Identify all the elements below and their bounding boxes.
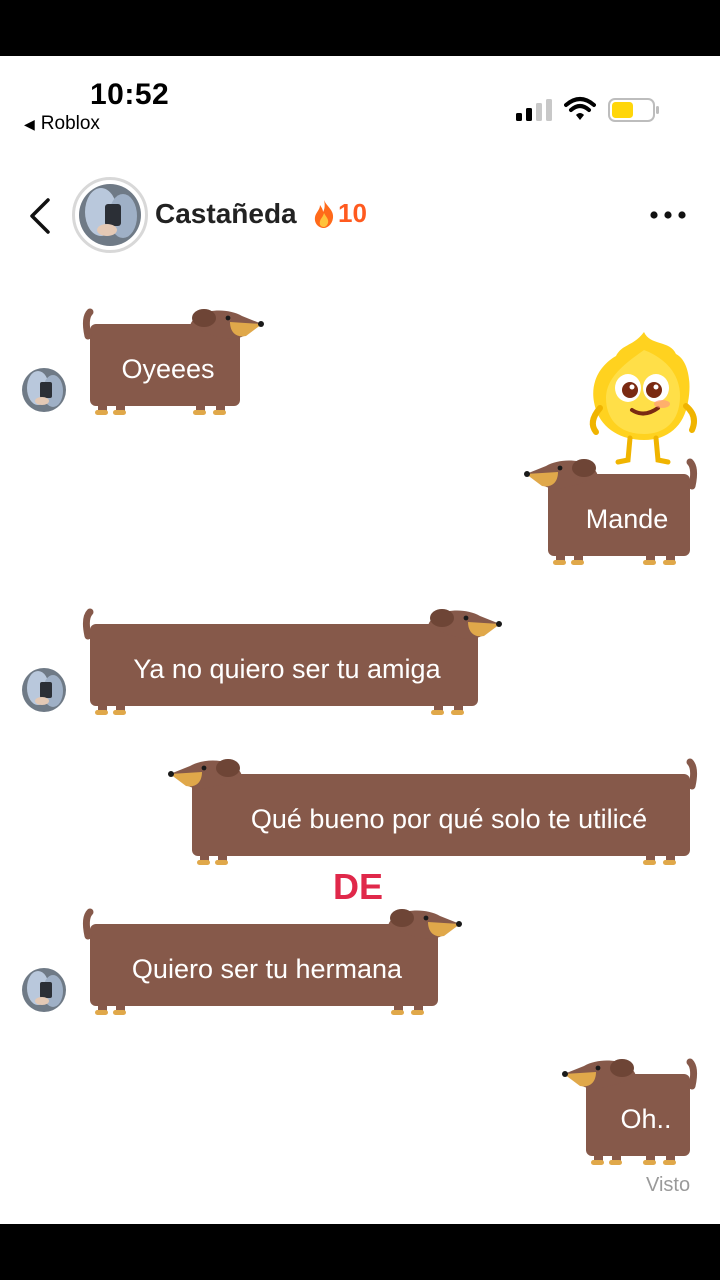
sent-message-bubble[interactable]: Oh.. [562,1056,698,1166]
status-time: 10:52 [90,78,170,111]
wifi-icon [564,97,596,120]
back-app-label: Roblox [40,113,100,134]
message-text: Oyeees [121,354,215,384]
back-triangle-icon: ◀ [24,115,35,132]
fire-mascot-sticker [589,332,697,465]
back-to-app-link[interactable]: ◀ Roblox [24,113,100,135]
fire-icon [314,199,334,228]
avatar-photo [22,668,66,712]
sender-avatar[interactable] [22,668,66,712]
message-text: Ya no quiero ser tu amiga [133,654,441,684]
chevron-left-icon[interactable] [26,196,56,236]
avatar-photo [79,184,141,246]
message-text: Oh.. [620,1104,672,1134]
battery-icon [608,98,659,122]
message-text: Mande [585,504,669,534]
read-receipt: Visto [646,1174,691,1196]
overlay-text: DE [333,866,384,907]
received-message-bubble[interactable]: Ya no quiero ser tu amiga [82,606,502,716]
streak-badge: 10 [312,198,367,229]
bottom-black-bar [0,1224,720,1280]
chat-avatar[interactable] [72,177,148,253]
received-message-bubble[interactable]: Quiero ser tu hermana [82,906,462,1016]
avatar-photo [22,368,66,412]
received-message-bubble[interactable]: Oyeees [82,306,264,416]
ellipsis-icon[interactable] [648,206,688,224]
sent-message-bubble[interactable]: Mande [524,456,698,566]
sender-avatar[interactable] [22,968,66,1012]
chat-name[interactable]: Castañeda [155,198,297,230]
cellular-signal-icon [516,99,552,121]
sender-avatar[interactable] [22,368,66,412]
message-text: Qué bueno por qué solo te utilicé [250,804,648,834]
streak-count: 10 [338,198,367,228]
sent-message-bubble[interactable]: Qué bueno por qué solo te utilicé [168,756,698,866]
avatar-photo [22,968,66,1012]
top-black-bar [0,0,720,56]
message-text: Quiero ser tu hermana [131,954,403,984]
